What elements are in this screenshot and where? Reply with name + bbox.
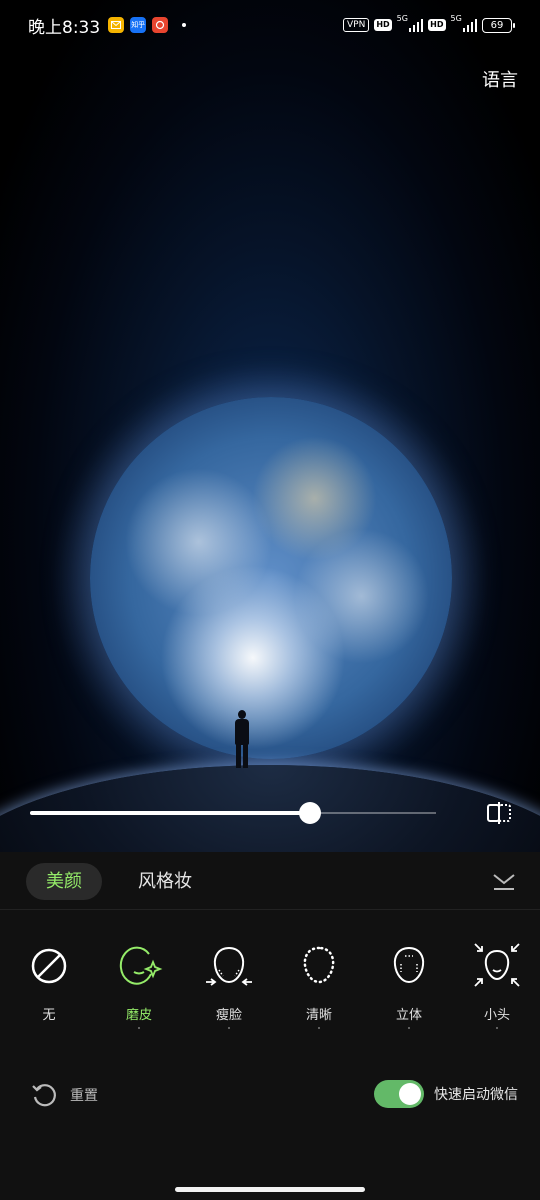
tool-label: 磨皮 [125,1008,152,1023]
tool-smooth-skin[interactable]: 磨皮 [104,940,174,1029]
panel-tabs: 美颜 风格妆 [0,852,540,910]
language-button[interactable]: 语言 [482,66,518,92]
reset-label: 重置 [70,1088,98,1104]
beauty-tools: 无 磨皮 瘦脸 清晰 立体 小头 [0,940,540,1040]
tool-none[interactable]: 无 [14,940,84,1023]
compare-button[interactable] [484,800,514,826]
chevron-down-icon [493,874,515,890]
mail-icon [108,17,125,33]
none-icon [31,948,67,984]
small-head-icon [474,943,520,987]
clarity-icon [303,946,335,984]
beauty-intensity-slider[interactable] [30,800,436,826]
quick-launch-setting: 快速启动微信 [374,1080,518,1108]
reset-button[interactable]: 重置 [30,1081,98,1109]
compare-icon [487,802,511,824]
vpn-badge: VPN [342,18,370,32]
tool-slim-face[interactable]: 瘦脸 [194,940,264,1029]
notification-icons: 知乎 [108,17,187,33]
tool-label: 无 [42,1008,56,1023]
contour-icon [393,946,425,984]
quick-launch-toggle[interactable] [374,1080,424,1108]
home-indicator[interactable] [175,1187,365,1192]
more-notifications-dot [182,23,187,27]
signal-icon: 5G [397,14,424,32]
slider-thumb[interactable] [299,802,322,824]
tool-label: 瘦脸 [215,1008,242,1023]
clock: 晚上8:33 [28,17,101,38]
hd-badge-2: HD [428,19,446,31]
slim-face-icon [206,946,252,986]
tool-small-head[interactable]: 小头 [462,940,532,1029]
tab-style-makeup[interactable]: 风格妆 [118,863,212,900]
tool-clarity[interactable]: 清晰 [284,940,354,1029]
battery-icon: 69 [482,17,515,33]
quick-launch-label: 快速启动微信 [434,1087,518,1103]
tab-beauty[interactable]: 美颜 [26,863,102,900]
smooth-skin-icon [119,946,163,985]
earth-background [0,0,540,852]
hd-badge: HD [374,19,392,31]
slider-fill [30,811,311,815]
collapse-panel-button[interactable] [492,868,516,892]
zhihu-icon: 知乎 [130,17,147,33]
beauty-panel: 美颜 风格妆 无 磨皮 瘦脸 清晰 立体 小头 重置 快速启动微信 [0,852,540,1200]
tool-label: 立体 [395,1008,422,1023]
signal-icon-2: 5G [451,14,477,32]
tool-contour[interactable]: 立体 [374,940,444,1029]
toggle-knob [399,1083,421,1105]
standing-person-silhouette [234,710,250,768]
status-indicators: VPN HD 5G HD 5G 69 [342,14,515,33]
reset-icon [32,1084,56,1107]
status-bar: 晚上8:33 知乎 VPN HD 5G HD 5G 69 [0,0,540,50]
earth-image [90,397,452,759]
shop-icon [152,17,169,33]
tool-label: 小头 [483,1008,510,1023]
tool-label: 清晰 [305,1008,332,1023]
